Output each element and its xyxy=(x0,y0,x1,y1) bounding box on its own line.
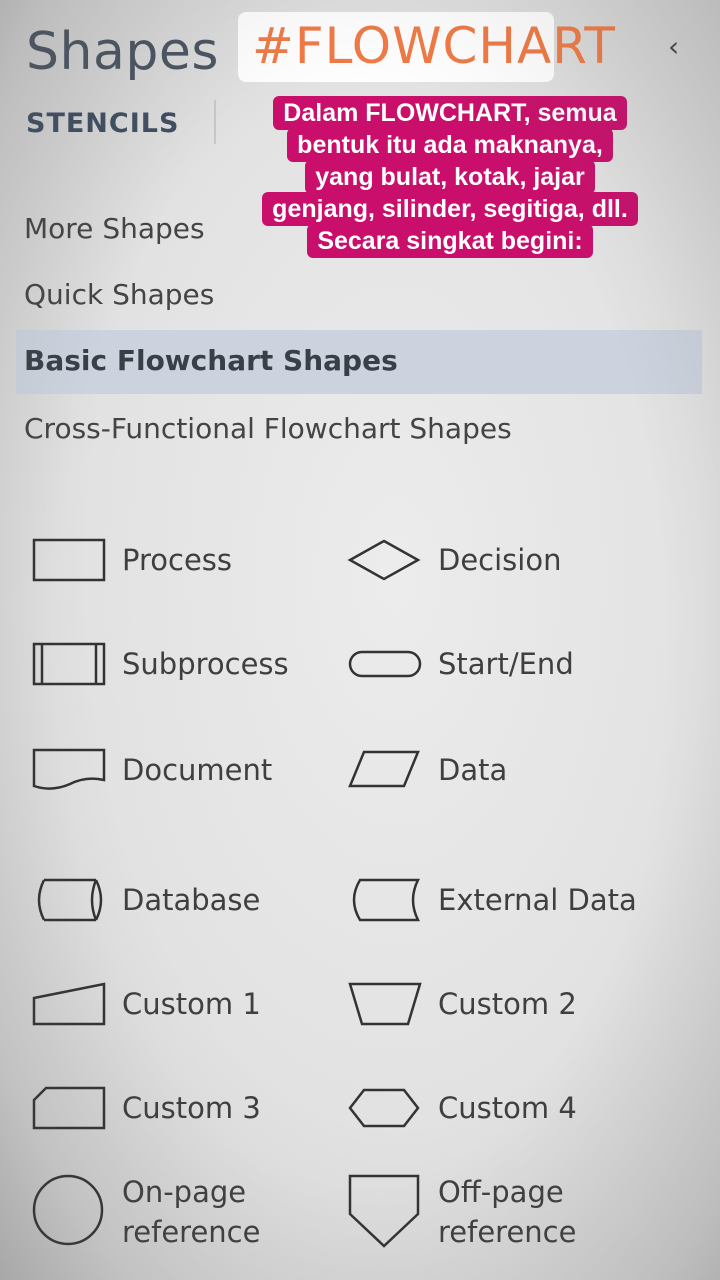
shape-label: Custom 3 xyxy=(122,1091,261,1125)
tab-divider xyxy=(214,100,216,144)
shape-on-page-reference[interactable]: On-page reference xyxy=(30,1170,320,1254)
stencils-tab[interactable]: STENCILS xyxy=(26,108,179,139)
caption-line: Secara singkat begini: xyxy=(307,224,593,258)
shape-label: Document xyxy=(122,753,273,787)
collapse-pane-icon[interactable]: ‹ xyxy=(668,30,679,63)
shape-process[interactable]: Process xyxy=(30,536,320,586)
stencil-basic-flowchart-shapes[interactable]: Basic Flowchart Shapes xyxy=(16,330,702,394)
shape-database[interactable]: Database xyxy=(30,876,320,926)
caption-line: bentuk itu ada maknanya, xyxy=(287,128,613,162)
shape-custom-1[interactable]: Custom 1 xyxy=(30,980,320,1030)
shape-label: Start/End xyxy=(438,647,574,681)
decision-icon xyxy=(347,539,421,581)
shape-custom-2[interactable]: Custom 2 xyxy=(346,980,646,1030)
off-page-reference-icon xyxy=(348,1174,420,1248)
caption-line: yang bulat, kotak, jajar xyxy=(305,160,595,194)
on-page-reference-icon xyxy=(32,1174,104,1246)
shape-label: Custom 2 xyxy=(438,987,577,1021)
shape-label-line2: reference xyxy=(122,1215,261,1249)
pane-title: Shapes xyxy=(26,22,219,82)
quick-shapes-menu[interactable]: Quick Shapes xyxy=(24,278,214,311)
hashtag-text: #FLOWCHART xyxy=(252,17,616,75)
shape-decision[interactable]: Decision xyxy=(346,536,646,586)
data-icon xyxy=(348,750,420,788)
shape-start-end[interactable]: Start/End xyxy=(346,640,646,690)
custom-1-icon xyxy=(32,982,106,1026)
shape-label: Decision xyxy=(438,543,562,577)
shape-label-line1: Off-page xyxy=(438,1175,564,1209)
shape-label: Database xyxy=(122,883,261,917)
shape-label: Process xyxy=(122,543,233,577)
external-data-icon xyxy=(352,878,421,922)
database-icon xyxy=(37,878,103,922)
process-icon xyxy=(32,538,106,582)
caption-line: Dalam FLOWCHART, semua xyxy=(273,96,627,130)
shape-subprocess[interactable]: Subprocess xyxy=(30,640,320,690)
subprocess-icon xyxy=(32,642,106,686)
more-shapes-menu[interactable]: More Shapes xyxy=(24,212,205,245)
shape-label: External Data xyxy=(438,883,637,917)
shape-label: Data xyxy=(438,753,508,787)
shape-data[interactable]: Data xyxy=(346,746,646,796)
custom-3-icon xyxy=(32,1086,106,1130)
shape-label-line1: On-page xyxy=(122,1175,247,1209)
stencil-basic-flowchart-label: Basic Flowchart Shapes xyxy=(24,344,398,377)
shape-off-page-reference[interactable]: Off-page reference xyxy=(346,1170,646,1254)
caption-line: genjang, silinder, segitiga, dll. xyxy=(262,192,638,226)
shape-label: Custom 1 xyxy=(122,987,261,1021)
shape-custom-4[interactable]: Custom 4 xyxy=(346,1084,646,1134)
shape-label-line2: reference xyxy=(438,1215,577,1249)
start-end-icon xyxy=(348,650,422,678)
shape-document[interactable]: Document xyxy=(30,746,320,796)
custom-2-icon xyxy=(348,982,422,1026)
shape-label: Subprocess xyxy=(122,647,289,681)
shape-custom-3[interactable]: Custom 3 xyxy=(30,1084,320,1134)
document-icon xyxy=(32,748,106,790)
stencil-cross-functional[interactable]: Cross-Functional Flowchart Shapes xyxy=(24,412,512,445)
shape-external-data[interactable]: External Data xyxy=(346,876,646,926)
caption-banner: Dalam FLOWCHART, semua bentuk itu ada ma… xyxy=(220,96,680,258)
custom-4-icon xyxy=(348,1088,420,1128)
shape-label: Custom 4 xyxy=(438,1091,577,1125)
